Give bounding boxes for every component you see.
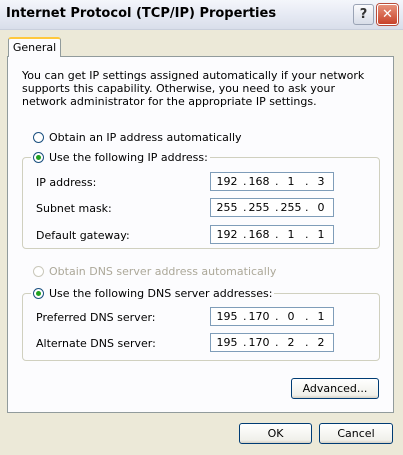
octet: 168 [248, 228, 270, 241]
ip-address-label: IP address: [36, 176, 97, 189]
radio-ip-auto[interactable]: Obtain an IP address automatically [33, 131, 242, 144]
ip-address-input[interactable]: 192. 168. 1. 3 [210, 172, 334, 191]
advanced-button[interactable]: Advanced... [291, 378, 379, 399]
octet: 255 [248, 201, 270, 214]
octet-dot: . [305, 201, 309, 214]
octet-dot: . [305, 336, 309, 349]
octet: 1 [287, 228, 295, 241]
radio-ip-manual[interactable]: Use the following IP address: [31, 151, 210, 164]
radio-dns-auto: Obtain DNS server address automatically [33, 265, 276, 278]
close-x-icon: ✕ [382, 7, 393, 22]
octet: 168 [248, 175, 270, 188]
octet-dot: . [275, 336, 279, 349]
octet-dot: . [275, 310, 279, 323]
octet: 1 [287, 175, 295, 188]
radio-dns-manual[interactable]: Use the following DNS server addresses: [31, 287, 275, 300]
octet-dot: . [305, 175, 309, 188]
radio-ip-manual-label: Use the following IP address: [49, 151, 208, 164]
octet: 195 [216, 310, 238, 323]
octet-dot: . [305, 228, 309, 241]
octet: 255 [280, 201, 302, 214]
intro-text: You can get IP settings assigned automat… [22, 69, 365, 108]
octet-dot: . [243, 336, 247, 349]
radio-ip-auto-label: Obtain an IP address automatically [49, 131, 242, 144]
octet-dot: . [275, 201, 279, 214]
ok-button[interactable]: OK [239, 423, 312, 444]
radio-dns-manual-circle[interactable] [33, 288, 44, 299]
preferred-dns-input[interactable]: 195. 170. 0. 1 [210, 307, 334, 326]
cancel-button[interactable]: Cancel [319, 423, 393, 444]
octet: 195 [216, 336, 238, 349]
octet: 255 [216, 201, 238, 214]
radio-dns-manual-label: Use the following DNS server addresses: [49, 287, 273, 300]
octet-dot: . [305, 310, 309, 323]
octet-dot: . [275, 228, 279, 241]
tab-general[interactable]: General [8, 37, 61, 57]
octet: 2 [317, 336, 325, 349]
alternate-dns-input[interactable]: 195. 170. 2. 2 [210, 333, 334, 352]
octet: 0 [287, 310, 295, 323]
alternate-dns-label: Alternate DNS server: [36, 337, 156, 350]
octet: 170 [248, 336, 270, 349]
subnet-mask-label: Subnet mask: [36, 202, 112, 215]
help-button[interactable]: ? [353, 4, 374, 25]
radio-ip-manual-circle[interactable] [33, 152, 44, 163]
octet-dot: . [243, 310, 247, 323]
octet: 192 [216, 228, 238, 241]
window-title: Internet Protocol (TCP/IP) Properties [6, 6, 277, 21]
octet: 170 [248, 310, 270, 323]
radio-dns-auto-circle [33, 266, 44, 277]
radio-ip-auto-circle[interactable] [33, 132, 44, 143]
subnet-mask-input[interactable]: 255. 255. 255. 0 [210, 198, 334, 217]
question-mark-icon: ? [359, 7, 368, 22]
close-button[interactable]: ✕ [377, 4, 398, 25]
preferred-dns-label: Preferred DNS server: [36, 311, 156, 324]
octet: 192 [216, 175, 238, 188]
default-gateway-input[interactable]: 192. 168. 1. 1 [210, 225, 334, 244]
octet-dot: . [243, 175, 247, 188]
default-gateway-label: Default gateway: [36, 229, 130, 242]
octet: 0 [317, 201, 325, 214]
title-bar: Internet Protocol (TCP/IP) Properties ? … [0, 0, 403, 30]
octet: 1 [317, 310, 325, 323]
octet: 2 [287, 336, 295, 349]
radio-dns-auto-label: Obtain DNS server address automatically [49, 265, 277, 278]
octet: 1 [317, 228, 325, 241]
octet-dot: . [275, 175, 279, 188]
octet-dot: . [243, 228, 247, 241]
octet: 3 [317, 175, 325, 188]
octet-dot: . [243, 201, 247, 214]
